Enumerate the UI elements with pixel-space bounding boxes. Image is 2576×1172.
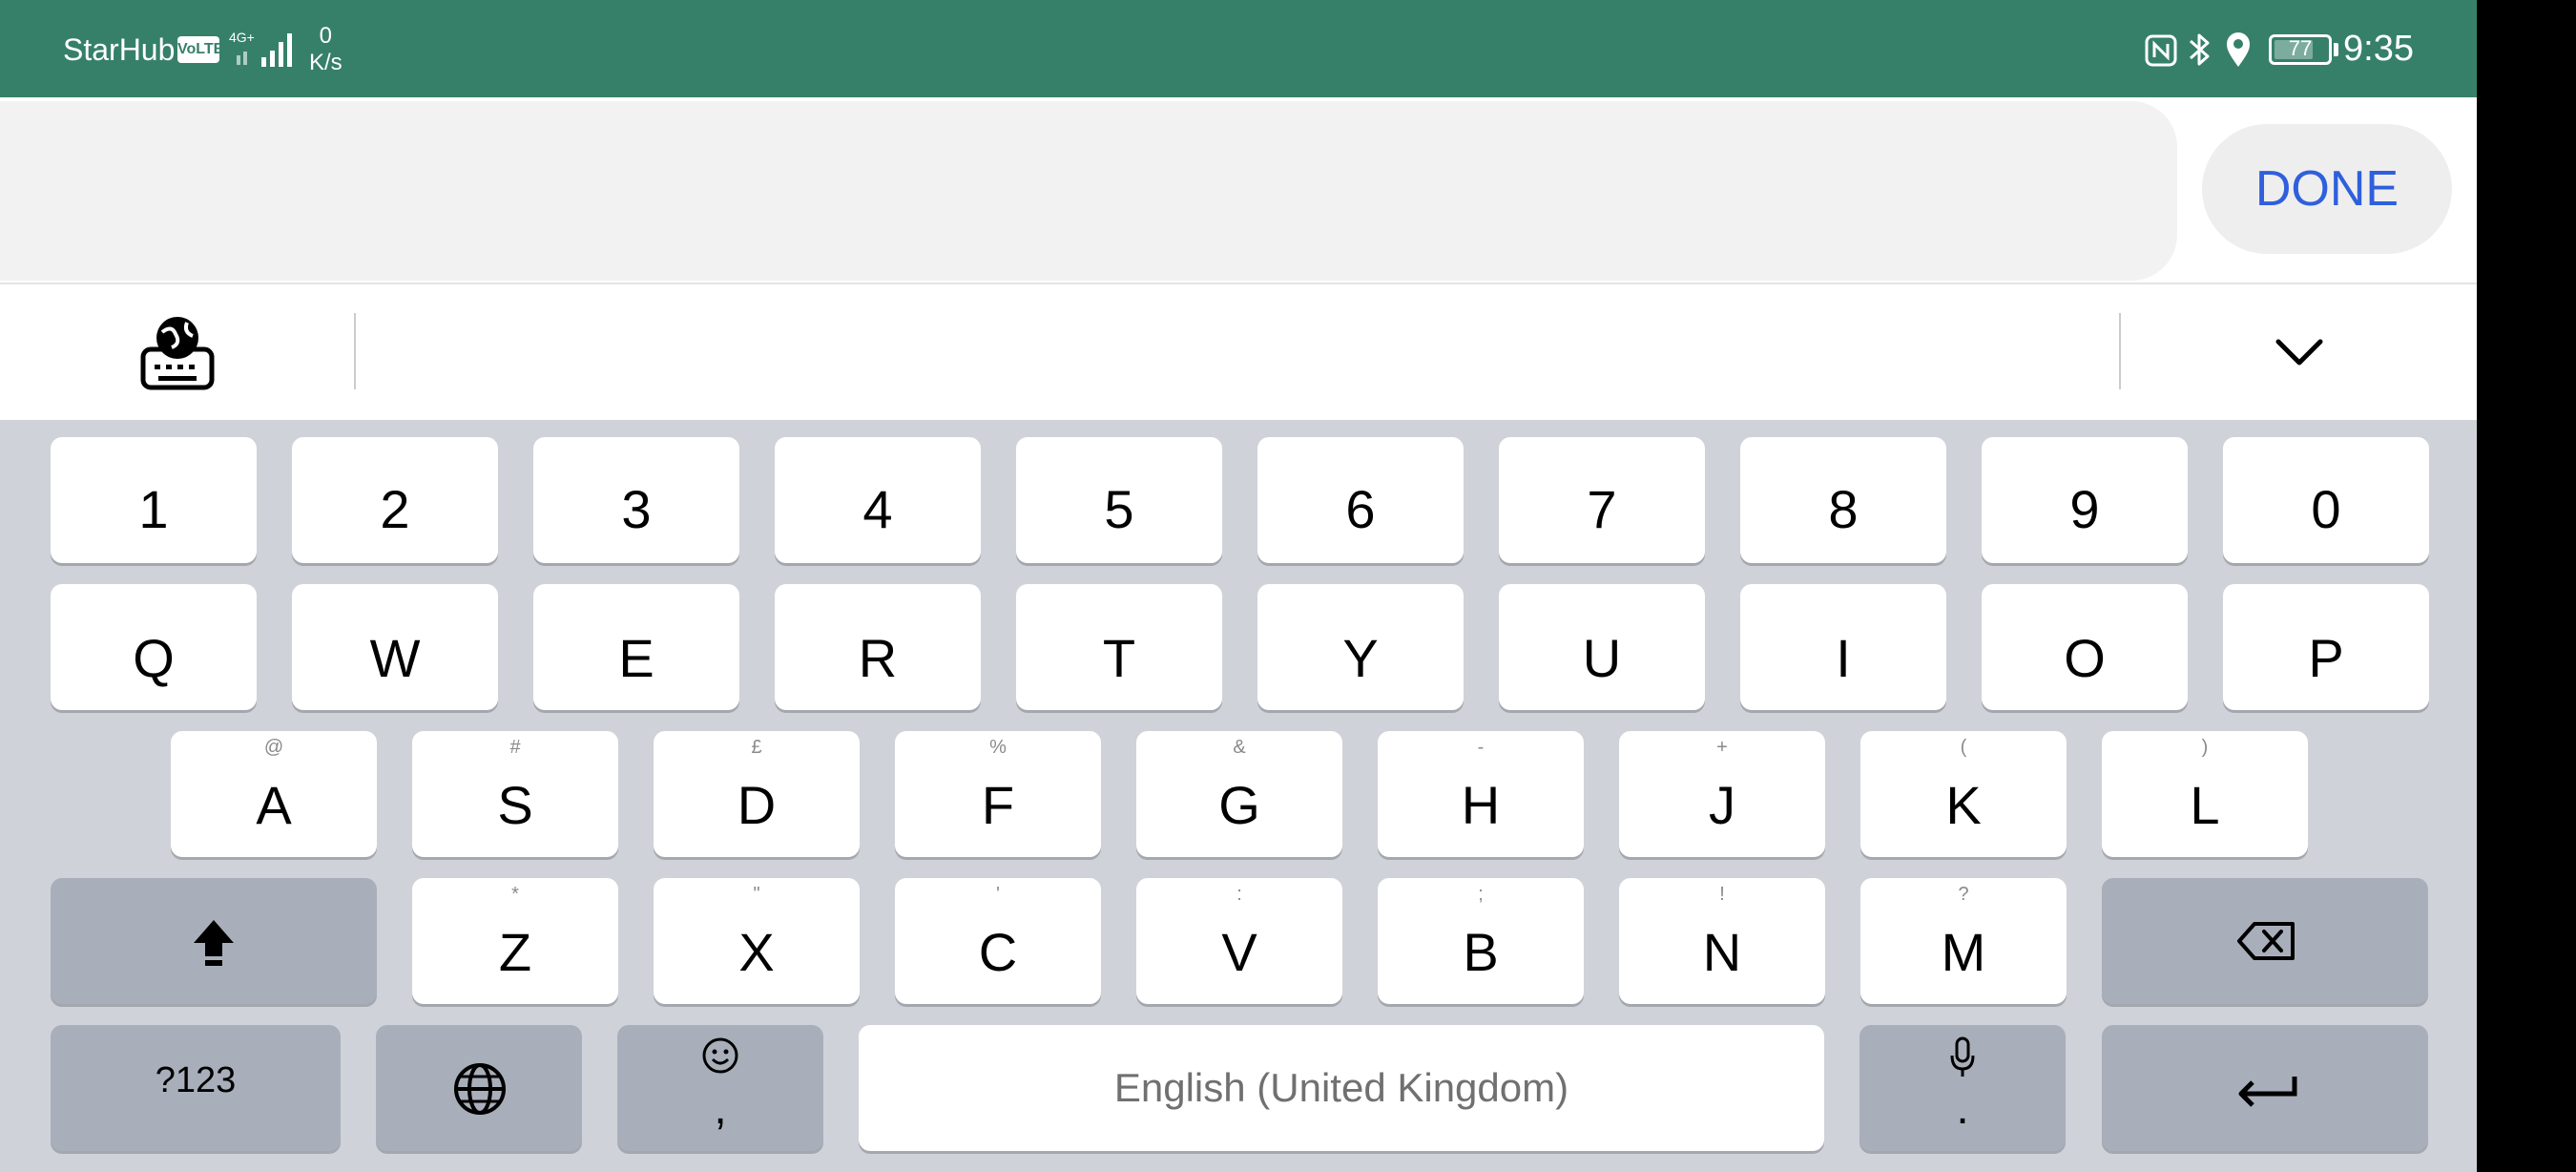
chevron-down-icon[interactable]: [2267, 326, 2332, 380]
backspace-key[interactable]: [2102, 878, 2428, 1004]
key-b[interactable]: ; B: [1378, 878, 1584, 1004]
emoji-icon: [702, 1037, 738, 1074]
key-w[interactable]: W: [292, 584, 498, 710]
key-z[interactable]: * Z: [412, 878, 618, 1004]
key-0[interactable]: 0: [2223, 437, 2429, 563]
key-t[interactable]: T: [1016, 584, 1222, 710]
key-2[interactable]: 2: [292, 437, 498, 563]
space-bar-label: English (United Kingdom): [1113, 1065, 1569, 1110]
key-c[interactable]: ' C: [895, 878, 1101, 1004]
done-button[interactable]: DONE: [2202, 124, 2452, 254]
keyboard-toolbar: [0, 283, 2477, 420]
key-n[interactable]: ! N: [1619, 878, 1825, 1004]
nfc-icon: [2145, 34, 2177, 67]
battery-cap: [2334, 43, 2338, 56]
status-bar: StarHub VoLTE 4G+ 0 K/s 77 9:35: [0, 0, 2477, 97]
key-e[interactable]: E: [533, 584, 739, 710]
enter-key[interactable]: [2102, 1025, 2428, 1151]
network-type: 4G+: [229, 30, 255, 45]
bluetooth-icon: [2190, 33, 2210, 66]
speed-unit: K/s: [309, 50, 343, 75]
keyboard: 1 2 3 4 5 6 7 8 9 0 Q W E R T Y U I O P …: [0, 420, 2477, 1172]
key-s[interactable]: # S: [412, 731, 618, 857]
key-4[interactable]: 4: [775, 437, 981, 563]
key-g[interactable]: & G: [1136, 731, 1342, 857]
keyboard-globe-icon[interactable]: [134, 307, 221, 395]
battery-icon: 77: [2269, 34, 2332, 65]
battery-percent: 77: [2288, 36, 2313, 60]
key-p[interactable]: P: [2223, 584, 2429, 710]
key-o[interactable]: O: [1982, 584, 2188, 710]
language-switch-key[interactable]: [376, 1025, 582, 1151]
key-i[interactable]: I: [1740, 584, 1946, 710]
key-a[interactable]: @ A: [171, 731, 377, 857]
toolbar-divider: [354, 313, 356, 389]
key-j[interactable]: + J: [1619, 731, 1825, 857]
shift-key[interactable]: [51, 878, 377, 1004]
shift-arrow-icon: [194, 920, 234, 966]
key-5[interactable]: 5: [1016, 437, 1222, 563]
key-y[interactable]: Y: [1257, 584, 1464, 710]
key-r[interactable]: R: [775, 584, 981, 710]
comma-label: ,: [714, 1083, 727, 1134]
signal-icon: 4G+: [229, 30, 292, 67]
microphone-icon: [1950, 1036, 1975, 1077]
text-input-field[interactable]: [0, 101, 2177, 281]
key-u[interactable]: U: [1499, 584, 1705, 710]
network-speed: 0 K/s: [309, 23, 343, 76]
key-7[interactable]: 7: [1499, 437, 1705, 563]
key-q[interactable]: Q: [51, 584, 257, 710]
clock: 9:35: [2343, 29, 2414, 69]
key-d[interactable]: £ D: [654, 731, 860, 857]
backspace-icon: [2237, 922, 2295, 960]
key-l[interactable]: ) L: [2102, 731, 2308, 857]
key-6[interactable]: 6: [1257, 437, 1464, 563]
volte-badge: VoLTE: [177, 36, 223, 63]
key-m[interactable]: ? M: [1860, 878, 2067, 1004]
key-v[interactable]: :V: [1136, 878, 1342, 1004]
screen: StarHub VoLTE 4G+ 0 K/s 77 9:35 DONE 1 2…: [0, 0, 2477, 1172]
toolbar-divider: [2119, 313, 2121, 389]
emoji-comma-key[interactable]: ,: [617, 1025, 823, 1151]
enter-icon: [2238, 1077, 2297, 1107]
period-label: .: [1956, 1083, 1969, 1134]
mic-period-key[interactable]: .: [1859, 1025, 2066, 1151]
speed-value: 0: [319, 23, 333, 49]
key-1[interactable]: 1: [51, 437, 257, 563]
carrier-name: StarHub: [63, 32, 176, 67]
key-x[interactable]: " X: [654, 878, 860, 1004]
key-3[interactable]: 3: [533, 437, 739, 563]
key-k[interactable]: (K: [1860, 731, 2067, 857]
key-f[interactable]: % F: [895, 731, 1101, 857]
symbols-key[interactable]: ?123: [51, 1025, 341, 1151]
input-bar: DONE: [0, 97, 2477, 283]
key-8[interactable]: 8: [1740, 437, 1946, 563]
globe-icon: [454, 1063, 506, 1115]
key-h[interactable]: -H: [1378, 731, 1584, 857]
location-icon: [2227, 32, 2250, 67]
space-bar[interactable]: English (United Kingdom): [859, 1025, 1824, 1151]
key-9[interactable]: 9: [1982, 437, 2188, 563]
